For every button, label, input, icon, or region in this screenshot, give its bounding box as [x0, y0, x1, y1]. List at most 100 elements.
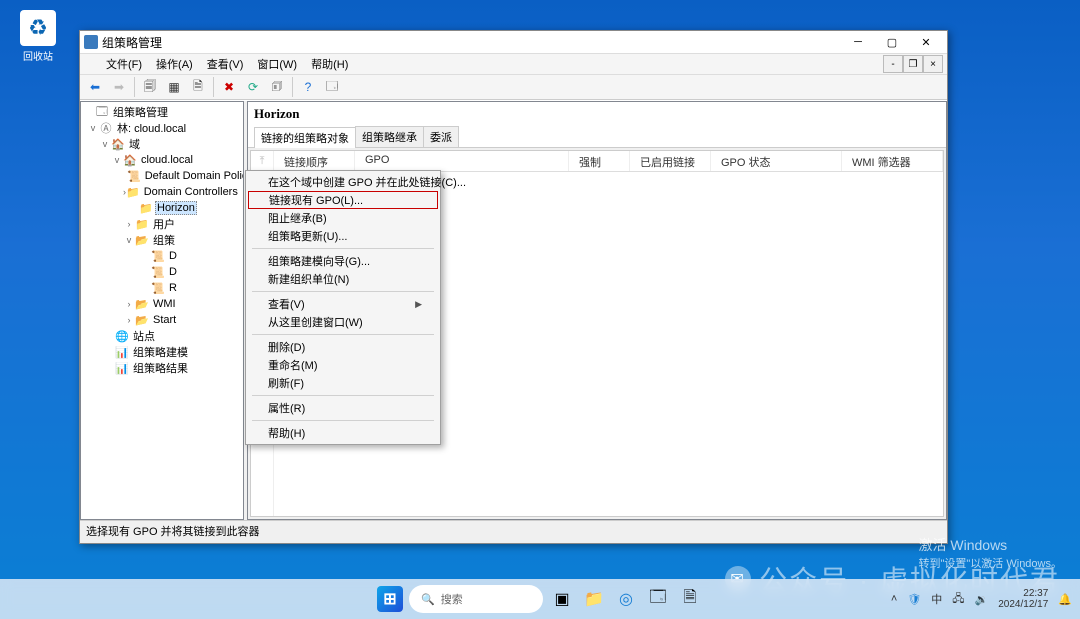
mdi-minimize[interactable]: -	[883, 55, 903, 73]
ctx-new-window[interactable]: 从这里创建窗口(W)	[248, 313, 438, 331]
folder-icon: 📂	[135, 233, 149, 247]
tree-domain[interactable]: cloud.local	[139, 154, 195, 166]
back-button[interactable]: ⬅	[84, 76, 106, 98]
ou-icon: 📁	[135, 217, 149, 231]
ctx-rename[interactable]: 重命名(M)	[248, 356, 438, 374]
gpo-icon: 📜	[151, 265, 165, 279]
explorer-icon[interactable]: 📁	[581, 586, 607, 612]
notifications-icon[interactable]: 🔔	[1058, 593, 1072, 606]
menu-action[interactable]: 操作(A)	[150, 54, 199, 74]
recycle-label: 回收站	[14, 48, 62, 63]
ctx-help[interactable]: 帮助(H)	[248, 424, 438, 442]
ctx-block-inherit[interactable]: 阻止继承(B)	[248, 209, 438, 227]
titlebar[interactable]: 组策略管理 ─ ▢ ✕	[80, 31, 947, 54]
close-button[interactable]: ✕	[909, 32, 943, 52]
clock[interactable]: 22:37 2024/12/17	[998, 588, 1048, 610]
col-order[interactable]: 链接顺序	[274, 151, 355, 171]
tree-pane[interactable]: 🗔组策略管理 vⒶ林: cloud.local v🏠域 v🏠cloud.loca…	[80, 101, 244, 520]
volume-icon[interactable]: 🔉	[975, 593, 989, 606]
separator	[252, 248, 434, 249]
ctx-gp-update[interactable]: 组策略更新(U)...	[248, 227, 438, 245]
properties-button[interactable]: 🗎	[187, 76, 209, 98]
col-enabled[interactable]: 已启用链接	[630, 151, 711, 171]
up-button[interactable]: 🗐	[139, 76, 161, 98]
menu-file[interactable]: 文件(F)	[100, 54, 148, 74]
ctx-refresh[interactable]: 刷新(F)	[248, 374, 438, 392]
activation-watermark: 激活 Windows 转到"设置"以激活 Windows。	[919, 535, 1063, 571]
filter-button[interactable]: 🗔	[321, 76, 343, 98]
tree-start[interactable]: Start	[151, 314, 178, 326]
forest-icon: Ⓐ	[99, 121, 113, 135]
network-icon[interactable]: 🖧	[952, 590, 964, 609]
ctx-modeling-wizard[interactable]: 组策略建模向导(G)...	[248, 252, 438, 270]
tree-forest[interactable]: 林: cloud.local	[115, 120, 188, 136]
menu-window[interactable]: 窗口(W)	[251, 54, 303, 74]
toolbar: ⬅ ➡ 🗐 ▦ 🗎 ✖ ⟳ 🗊 ? 🗔	[80, 75, 947, 100]
tree-d2[interactable]: D	[167, 266, 179, 278]
details-button[interactable]: ▦	[163, 76, 185, 98]
recycle-bin[interactable]: ♻ 回收站	[14, 10, 62, 63]
tree-horizon[interactable]: Horizon	[155, 201, 197, 215]
tabs: 链接的组策略对象 组策略继承 委派	[254, 126, 940, 147]
tree-dc[interactable]: Domain Controllers	[142, 186, 240, 198]
taskbar-search[interactable]: 🔍 搜索	[409, 585, 543, 613]
delete-button[interactable]: ✖	[218, 76, 240, 98]
maximize-button[interactable]: ▢	[875, 32, 909, 52]
sites-icon: 🌐	[115, 329, 129, 343]
col-wmi[interactable]: WMI 筛选器	[842, 151, 943, 171]
help-button[interactable]: ?	[297, 76, 319, 98]
tab-delegation[interactable]: 委派	[423, 126, 459, 147]
tree-users[interactable]: 用户	[151, 216, 177, 232]
taskbar[interactable]: ⊞ 🔍 搜索 ▣ 📁 ◎ 🗔 🗎 ˄ 🛡 中 🖧 🔉 22:37 2024/12…	[0, 579, 1080, 619]
forward-button[interactable]: ➡	[108, 76, 130, 98]
ctx-properties[interactable]: 属性(R)	[248, 399, 438, 417]
tree-result[interactable]: 组策略结果	[131, 360, 190, 376]
gpmc-window: 组策略管理 ─ ▢ ✕ 文件(F) 操作(A) 查看(V) 窗口(W) 帮助(H…	[79, 30, 948, 544]
col-status[interactable]: GPO 状态	[711, 151, 842, 171]
menu-view[interactable]: 查看(V)	[201, 54, 250, 74]
tree-wmi[interactable]: WMI	[151, 298, 178, 310]
start-button[interactable]: ⊞	[377, 586, 403, 612]
ctx-view[interactable]: 查看(V)▶	[248, 295, 438, 313]
col-gpo[interactable]: GPO	[355, 151, 569, 171]
export-button[interactable]: 🗊	[266, 76, 288, 98]
chevron-up-icon[interactable]: ˄	[891, 593, 897, 605]
refresh-button[interactable]: ⟳	[242, 76, 264, 98]
tree-group[interactable]: 组策	[151, 232, 177, 248]
taskbar-tray: ˄ 🛡 中 🖧 🔉 22:37 2024/12/17 🔔	[891, 588, 1072, 610]
col-force[interactable]: 强制	[569, 151, 630, 171]
ctx-link-gpo[interactable]: 链接现有 GPO(L)...	[248, 191, 438, 209]
ou-icon: 📁	[126, 185, 140, 199]
tree-root[interactable]: 组策略管理	[111, 104, 170, 120]
mdi-close[interactable]: ×	[923, 55, 943, 73]
tree-domains[interactable]: 域	[127, 136, 142, 152]
tab-linked-gpo[interactable]: 链接的组策略对象	[254, 127, 356, 148]
edge-icon[interactable]: ◎	[613, 586, 639, 612]
move-top-icon[interactable]: ⤒	[260, 155, 265, 168]
statusbar: 选择现有 GPO 并将其链接到此容器	[80, 520, 947, 543]
menu-help[interactable]: 帮助(H)	[305, 54, 354, 74]
ime-icon[interactable]: 中	[931, 591, 942, 607]
model-icon: 📊	[115, 345, 129, 359]
app2-icon[interactable]: 🗎	[677, 586, 703, 612]
tree-r[interactable]: R	[167, 282, 179, 294]
task-view-icon[interactable]: ▣	[549, 586, 575, 612]
security-icon[interactable]: 🛡	[907, 593, 921, 606]
ou-icon: 📁	[139, 201, 153, 215]
minimize-button[interactable]: ─	[841, 32, 875, 52]
tree-model[interactable]: 组策略建模	[131, 344, 190, 360]
search-placeholder: 搜索	[441, 591, 463, 607]
app-icon	[84, 35, 98, 49]
tree-ddp[interactable]: Default Domain Policy	[143, 170, 244, 182]
ctx-create-gpo[interactable]: 在这个域中创建 GPO 并在此处链接(C)...	[248, 173, 438, 191]
ctx-delete[interactable]: 删除(D)	[248, 338, 438, 356]
ctx-new-ou[interactable]: 新建组织单位(N)	[248, 270, 438, 288]
tab-inherit[interactable]: 组策略继承	[355, 126, 424, 147]
mdi-restore[interactable]: ❐	[903, 55, 923, 73]
body-split: 🗔组策略管理 vⒶ林: cloud.local v🏠域 v🏠cloud.loca…	[80, 100, 947, 520]
app1-icon[interactable]: 🗔	[645, 586, 671, 612]
tree-d1[interactable]: D	[167, 250, 179, 262]
column-headers[interactable]: 链接顺序 GPO 强制 已启用链接 GPO 状态 WMI 筛选器	[274, 151, 943, 172]
gpo-icon: 📜	[151, 249, 165, 263]
tree-site[interactable]: 站点	[131, 328, 157, 344]
